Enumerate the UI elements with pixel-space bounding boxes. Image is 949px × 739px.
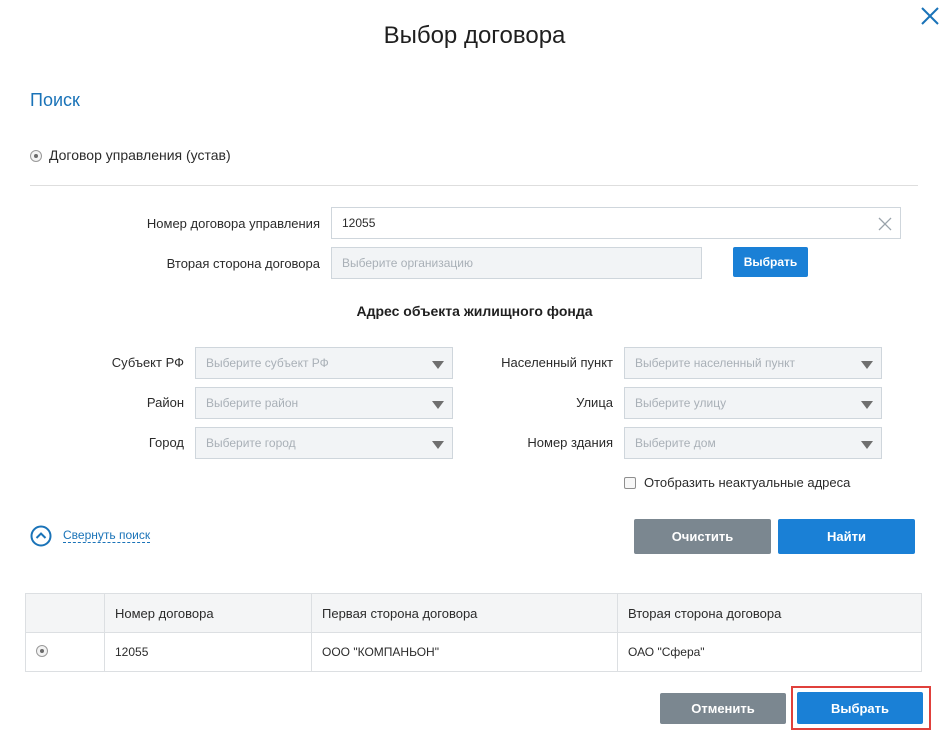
chevron-down-icon [432, 441, 444, 449]
table-header-row: Номер договора Первая сторона договора В… [25, 593, 922, 633]
collapse-search-link[interactable]: Свернуть поиск [63, 528, 151, 543]
address-heading: Адрес объекта жилищного фонда [0, 303, 949, 319]
building-select[interactable]: Выберите дом [624, 427, 882, 459]
district-label: Район [146, 395, 184, 410]
row-select-cell[interactable] [25, 632, 105, 672]
results-table: Номер договора Первая сторона договора В… [25, 593, 922, 672]
building-placeholder: Выберите дом [635, 436, 716, 450]
building-label: Номер здания [527, 435, 613, 450]
second-party-placeholder: Выберите организацию [342, 256, 474, 270]
table-header-cell: Вторая сторона договора [617, 593, 922, 633]
district-placeholder: Выберите район [206, 396, 299, 410]
contract-type-radio[interactable] [30, 150, 42, 162]
settlement-label: Населенный пункт [501, 355, 613, 370]
city-select[interactable]: Выберите город [195, 427, 453, 459]
city-placeholder: Выберите город [206, 436, 296, 450]
table-cell: ООО "КОМПАНЬОН" [311, 632, 618, 672]
street-label: Улица [576, 395, 613, 410]
city-label: Город [148, 435, 184, 450]
chevron-down-icon [861, 401, 873, 409]
table-cell: 12055 [104, 632, 312, 672]
contract-number-label: Номер договора управления [146, 216, 320, 231]
contract-type-label: Договор управления (устав) [49, 147, 231, 163]
second-party-input[interactable]: Выберите организацию [331, 247, 702, 279]
row-select-radio[interactable] [36, 644, 48, 657]
subject-label: Субъект РФ [111, 355, 184, 370]
contract-number-input[interactable]: 12055 [331, 207, 901, 239]
chevron-up-circle-icon[interactable] [30, 525, 52, 547]
table-header-cell: Номер договора [104, 593, 312, 633]
table-row[interactable]: 12055 ООО "КОМПАНЬОН" ОАО "Сфера" [25, 632, 922, 672]
find-button[interactable]: Найти [778, 519, 915, 554]
select-contract-button[interactable]: Выбрать [797, 692, 923, 724]
settlement-select[interactable]: Выберите населенный пункт [624, 347, 882, 379]
table-header-select [25, 593, 105, 633]
table-header-cell: Первая сторона договора [311, 593, 618, 633]
subject-select[interactable]: Выберите субъект РФ [195, 347, 453, 379]
table-cell: ОАО "Сфера" [617, 632, 922, 672]
chevron-down-icon [861, 361, 873, 369]
chevron-down-icon [432, 401, 444, 409]
divider [30, 185, 918, 186]
chevron-down-icon [861, 441, 873, 449]
second-party-label: Вторая сторона договора [166, 256, 320, 271]
chevron-down-icon [432, 361, 444, 369]
clear-button[interactable]: Очистить [634, 519, 771, 554]
show-inactive-checkbox[interactable] [624, 477, 636, 489]
street-select[interactable]: Выберите улицу [624, 387, 882, 419]
subject-placeholder: Выберите субъект РФ [206, 356, 329, 370]
address-heading-text: Адрес объекта жилищного фонда [356, 303, 593, 319]
select-organization-button[interactable]: Выбрать [733, 247, 808, 277]
close-icon[interactable] [918, 4, 942, 28]
street-placeholder: Выберите улицу [635, 396, 727, 410]
clear-icon[interactable] [878, 217, 892, 231]
search-section-title: Поиск [30, 90, 80, 110]
settlement-placeholder: Выберите населенный пункт [635, 356, 795, 370]
dialog-title: Выбор договора [383, 22, 566, 49]
cancel-button[interactable]: Отменить [660, 693, 786, 724]
show-inactive-label: Отобразить неактуальные адреса [644, 475, 851, 490]
district-select[interactable]: Выберите район [195, 387, 453, 419]
contract-number-value: 12055 [342, 216, 376, 230]
